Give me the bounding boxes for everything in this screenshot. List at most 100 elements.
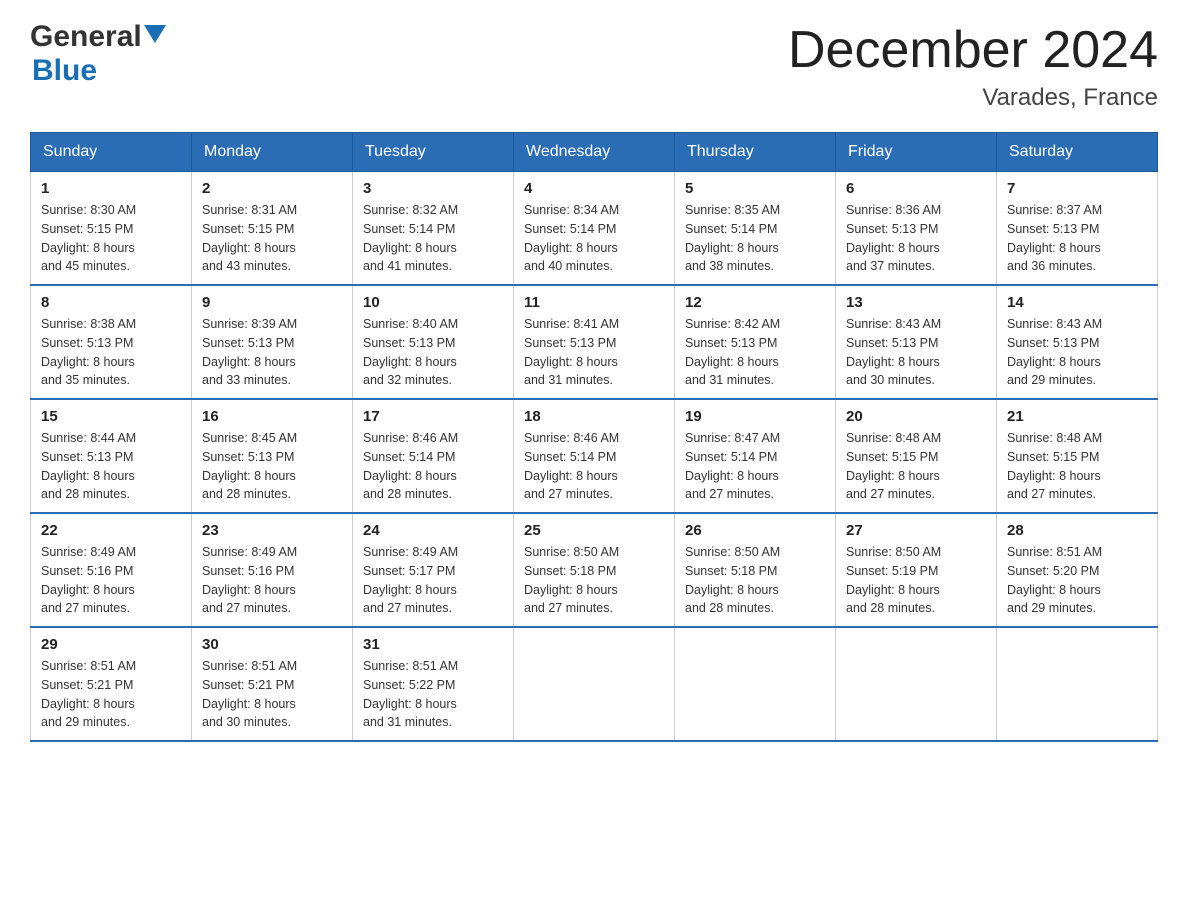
day-number: 17 [363, 408, 503, 425]
calendar-cell: 8 Sunrise: 8:38 AM Sunset: 5:13 PM Dayli… [31, 285, 192, 399]
day-number: 29 [41, 636, 181, 653]
calendar-cell: 11 Sunrise: 8:41 AM Sunset: 5:13 PM Dayl… [514, 285, 675, 399]
day-number: 19 [685, 408, 825, 425]
day-number: 31 [363, 636, 503, 653]
day-of-week-header: Friday [836, 133, 997, 172]
calendar-cell: 1 Sunrise: 8:30 AM Sunset: 5:15 PM Dayli… [31, 172, 192, 286]
day-of-week-header: Tuesday [353, 133, 514, 172]
logo-blue-text: Blue [32, 54, 97, 87]
calendar-cell: 23 Sunrise: 8:49 AM Sunset: 5:16 PM Dayl… [192, 513, 353, 627]
day-of-week-header: Saturday [997, 133, 1158, 172]
day-info: Sunrise: 8:49 AM Sunset: 5:17 PM Dayligh… [363, 543, 503, 618]
day-of-week-header: Sunday [31, 133, 192, 172]
calendar-subtitle: Varades, France [788, 84, 1158, 112]
day-number: 5 [685, 180, 825, 197]
day-number: 18 [524, 408, 664, 425]
calendar-cell: 5 Sunrise: 8:35 AM Sunset: 5:14 PM Dayli… [675, 172, 836, 286]
day-info: Sunrise: 8:39 AM Sunset: 5:13 PM Dayligh… [202, 315, 342, 390]
day-info: Sunrise: 8:51 AM Sunset: 5:21 PM Dayligh… [41, 657, 181, 732]
day-info: Sunrise: 8:48 AM Sunset: 5:15 PM Dayligh… [846, 429, 986, 504]
calendar-week-row: 8 Sunrise: 8:38 AM Sunset: 5:13 PM Dayli… [31, 285, 1158, 399]
day-number: 12 [685, 294, 825, 311]
day-number: 26 [685, 522, 825, 539]
day-info: Sunrise: 8:41 AM Sunset: 5:13 PM Dayligh… [524, 315, 664, 390]
calendar-cell: 21 Sunrise: 8:48 AM Sunset: 5:15 PM Dayl… [997, 399, 1158, 513]
day-info: Sunrise: 8:51 AM Sunset: 5:21 PM Dayligh… [202, 657, 342, 732]
day-number: 3 [363, 180, 503, 197]
calendar-cell: 31 Sunrise: 8:51 AM Sunset: 5:22 PM Dayl… [353, 627, 514, 741]
day-of-week-header: Thursday [675, 133, 836, 172]
day-info: Sunrise: 8:30 AM Sunset: 5:15 PM Dayligh… [41, 201, 181, 276]
calendar-title: December 2024 [788, 20, 1158, 80]
day-info: Sunrise: 8:31 AM Sunset: 5:15 PM Dayligh… [202, 201, 342, 276]
calendar-cell [675, 627, 836, 741]
calendar-cell: 12 Sunrise: 8:42 AM Sunset: 5:13 PM Dayl… [675, 285, 836, 399]
day-info: Sunrise: 8:37 AM Sunset: 5:13 PM Dayligh… [1007, 201, 1147, 276]
day-info: Sunrise: 8:46 AM Sunset: 5:14 PM Dayligh… [363, 429, 503, 504]
calendar-body: 1 Sunrise: 8:30 AM Sunset: 5:15 PM Dayli… [31, 172, 1158, 742]
day-number: 30 [202, 636, 342, 653]
day-number: 2 [202, 180, 342, 197]
day-number: 25 [524, 522, 664, 539]
day-info: Sunrise: 8:47 AM Sunset: 5:14 PM Dayligh… [685, 429, 825, 504]
day-info: Sunrise: 8:43 AM Sunset: 5:13 PM Dayligh… [1007, 315, 1147, 390]
day-info: Sunrise: 8:45 AM Sunset: 5:13 PM Dayligh… [202, 429, 342, 504]
day-info: Sunrise: 8:49 AM Sunset: 5:16 PM Dayligh… [202, 543, 342, 618]
calendar-cell [836, 627, 997, 741]
day-info: Sunrise: 8:38 AM Sunset: 5:13 PM Dayligh… [41, 315, 181, 390]
calendar-cell: 20 Sunrise: 8:48 AM Sunset: 5:15 PM Dayl… [836, 399, 997, 513]
day-number: 20 [846, 408, 986, 425]
calendar-header: SundayMondayTuesdayWednesdayThursdayFrid… [31, 133, 1158, 172]
calendar-cell: 14 Sunrise: 8:43 AM Sunset: 5:13 PM Dayl… [997, 285, 1158, 399]
calendar-cell: 10 Sunrise: 8:40 AM Sunset: 5:13 PM Dayl… [353, 285, 514, 399]
calendar-cell: 24 Sunrise: 8:49 AM Sunset: 5:17 PM Dayl… [353, 513, 514, 627]
calendar-cell: 29 Sunrise: 8:51 AM Sunset: 5:21 PM Dayl… [31, 627, 192, 741]
day-info: Sunrise: 8:50 AM Sunset: 5:19 PM Dayligh… [846, 543, 986, 618]
calendar-table: SundayMondayTuesdayWednesdayThursdayFrid… [30, 132, 1158, 742]
calendar-cell: 18 Sunrise: 8:46 AM Sunset: 5:14 PM Dayl… [514, 399, 675, 513]
day-info: Sunrise: 8:43 AM Sunset: 5:13 PM Dayligh… [846, 315, 986, 390]
day-number: 7 [1007, 180, 1147, 197]
calendar-cell: 7 Sunrise: 8:37 AM Sunset: 5:13 PM Dayli… [997, 172, 1158, 286]
day-info: Sunrise: 8:34 AM Sunset: 5:14 PM Dayligh… [524, 201, 664, 276]
logo: General Blue [30, 20, 166, 88]
logo-general-text: General [30, 20, 142, 54]
calendar-cell: 15 Sunrise: 8:44 AM Sunset: 5:13 PM Dayl… [31, 399, 192, 513]
calendar-cell: 26 Sunrise: 8:50 AM Sunset: 5:18 PM Dayl… [675, 513, 836, 627]
day-info: Sunrise: 8:32 AM Sunset: 5:14 PM Dayligh… [363, 201, 503, 276]
day-info: Sunrise: 8:50 AM Sunset: 5:18 PM Dayligh… [685, 543, 825, 618]
calendar-cell: 17 Sunrise: 8:46 AM Sunset: 5:14 PM Dayl… [353, 399, 514, 513]
calendar-cell: 13 Sunrise: 8:43 AM Sunset: 5:13 PM Dayl… [836, 285, 997, 399]
calendar-cell: 30 Sunrise: 8:51 AM Sunset: 5:21 PM Dayl… [192, 627, 353, 741]
calendar-cell: 22 Sunrise: 8:49 AM Sunset: 5:16 PM Dayl… [31, 513, 192, 627]
calendar-cell: 16 Sunrise: 8:45 AM Sunset: 5:13 PM Dayl… [192, 399, 353, 513]
day-number: 13 [846, 294, 986, 311]
calendar-cell: 25 Sunrise: 8:50 AM Sunset: 5:18 PM Dayl… [514, 513, 675, 627]
header-row: SundayMondayTuesdayWednesdayThursdayFrid… [31, 133, 1158, 172]
page-header: General Blue December 2024 Varades, Fran… [30, 20, 1158, 112]
day-number: 9 [202, 294, 342, 311]
calendar-cell: 3 Sunrise: 8:32 AM Sunset: 5:14 PM Dayli… [353, 172, 514, 286]
day-info: Sunrise: 8:36 AM Sunset: 5:13 PM Dayligh… [846, 201, 986, 276]
day-info: Sunrise: 8:46 AM Sunset: 5:14 PM Dayligh… [524, 429, 664, 504]
calendar-cell: 28 Sunrise: 8:51 AM Sunset: 5:20 PM Dayl… [997, 513, 1158, 627]
day-number: 6 [846, 180, 986, 197]
day-number: 16 [202, 408, 342, 425]
calendar-week-row: 29 Sunrise: 8:51 AM Sunset: 5:21 PM Dayl… [31, 627, 1158, 741]
day-number: 21 [1007, 408, 1147, 425]
calendar-cell [514, 627, 675, 741]
day-number: 22 [41, 522, 181, 539]
day-number: 27 [846, 522, 986, 539]
calendar-week-row: 1 Sunrise: 8:30 AM Sunset: 5:15 PM Dayli… [31, 172, 1158, 286]
day-number: 8 [41, 294, 181, 311]
calendar-cell: 9 Sunrise: 8:39 AM Sunset: 5:13 PM Dayli… [192, 285, 353, 399]
day-number: 1 [41, 180, 181, 197]
day-of-week-header: Monday [192, 133, 353, 172]
title-block: December 2024 Varades, France [788, 20, 1158, 112]
day-info: Sunrise: 8:51 AM Sunset: 5:20 PM Dayligh… [1007, 543, 1147, 618]
day-of-week-header: Wednesday [514, 133, 675, 172]
calendar-cell: 27 Sunrise: 8:50 AM Sunset: 5:19 PM Dayl… [836, 513, 997, 627]
day-info: Sunrise: 8:51 AM Sunset: 5:22 PM Dayligh… [363, 657, 503, 732]
calendar-cell [997, 627, 1158, 741]
day-number: 15 [41, 408, 181, 425]
